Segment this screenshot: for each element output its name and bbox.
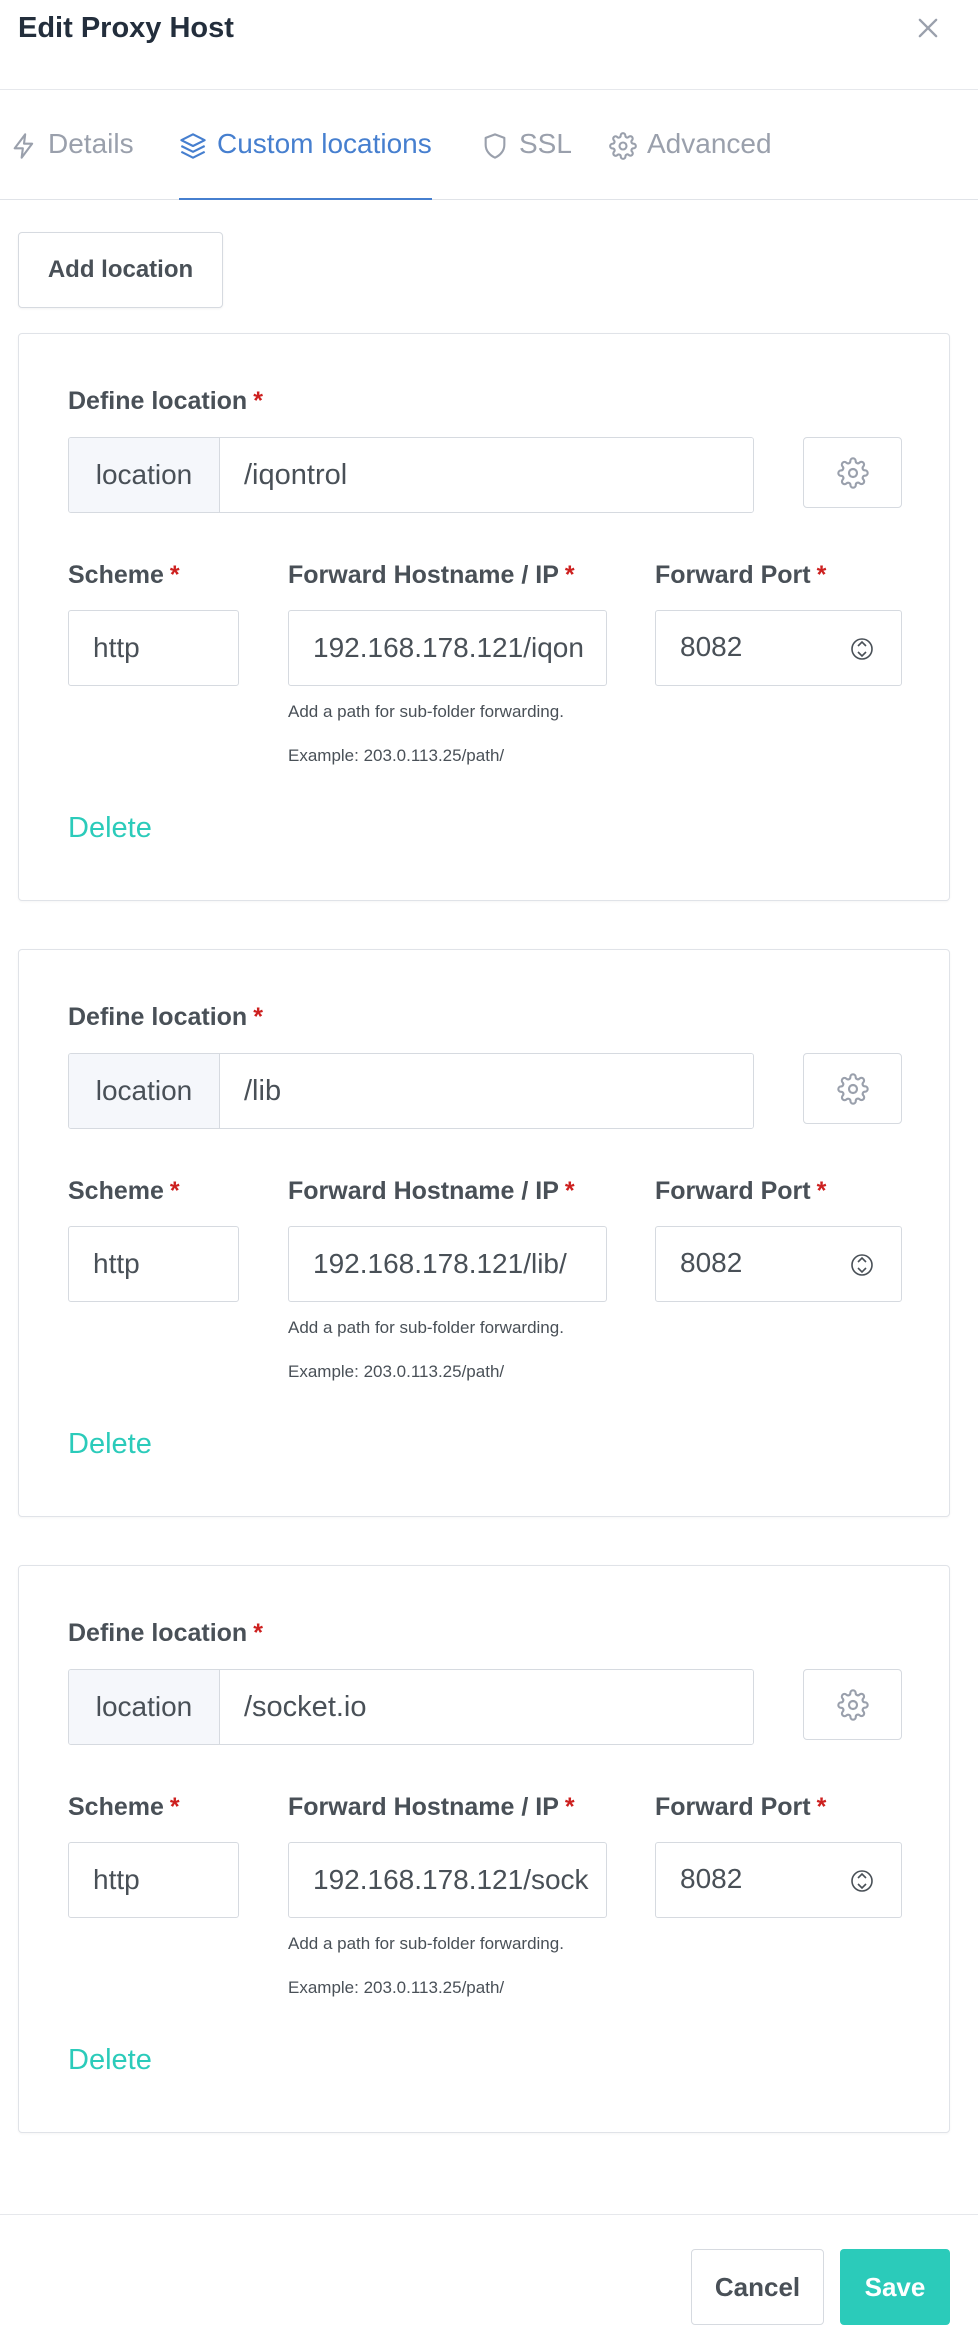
modal-footer: Cancel Save [0,2214,978,2336]
location-input-group: location [68,1053,754,1129]
scheme-label: Scheme * [68,1177,180,1205]
forward-port-label: Forward Port * [655,1793,827,1821]
add-location-button[interactable]: Add location [18,232,223,308]
location-prefix: location [69,438,220,512]
subfolder-hint: Add a path for sub-folder forwarding. [288,1318,564,1337]
tab-label: Custom locations [217,128,432,159]
tab-label: SSL [519,128,572,159]
save-button[interactable]: Save [840,2249,950,2325]
spinner-icon[interactable] [851,633,873,665]
location-prefix: location [69,1670,220,1744]
gear-icon [609,132,637,160]
forward-host-input[interactable] [288,610,607,686]
location-prefix: location [69,1054,220,1128]
subfolder-hint: Add a path for sub-folder forwarding. [288,702,564,721]
tab-label: Advanced [647,128,772,159]
forward-host-label: Forward Hostname / IP * [288,561,575,589]
location-settings-button[interactable] [803,437,902,508]
location-path-input[interactable] [220,1054,753,1128]
example-hint: Example: 203.0.113.25/path/ [288,746,505,765]
tab-label: Details [48,128,134,159]
delete-location-link[interactable]: Delete [68,2044,152,2077]
example-hint: Example: 203.0.113.25/path/ [288,1362,505,1381]
tab-bar: Details Custom locations SSL Advanced [0,90,978,200]
forward-host-label: Forward Hostname / IP * [288,1177,575,1205]
location-settings-button[interactable] [803,1053,902,1124]
delete-location-link[interactable]: Delete [68,812,152,845]
location-card: Define location* location Scheme* Forwar… [18,949,950,1517]
spinner-icon[interactable] [851,1865,873,1897]
define-location-label: Define location * [68,1003,263,1031]
location-card: Define location* location Scheme* Forwar… [18,333,950,901]
forward-host-input[interactable] [288,1226,607,1302]
tab-details[interactable]: Details [10,128,134,200]
modal-header: Edit Proxy Host [0,0,978,90]
close-icon[interactable] [914,14,942,42]
scheme-label: Scheme * [68,1793,180,1821]
forward-host-input[interactable] [288,1842,607,1918]
location-input-group: location [68,1669,754,1745]
scheme-input[interactable] [68,610,239,686]
scheme-input[interactable] [68,1842,239,1918]
scheme-label: Scheme * [68,561,180,589]
location-settings-button[interactable] [803,1669,902,1740]
forward-port-input[interactable]: 8082 [655,1842,902,1918]
port-value: 8082 [680,631,743,662]
cancel-button[interactable]: Cancel [691,2249,824,2325]
subfolder-hint: Add a path for sub-folder forwarding. [288,1934,564,1953]
tab-custom-locations[interactable]: Custom locations [179,128,432,200]
delete-location-link[interactable]: Delete [68,1428,152,1461]
tab-advanced[interactable]: Advanced [609,128,772,200]
forward-host-label: Forward Hostname / IP * [288,1793,575,1821]
example-hint: Example: 203.0.113.25/path/ [288,1978,505,1997]
forward-port-label: Forward Port * [655,1177,827,1205]
gear-icon [836,456,869,489]
spinner-icon[interactable] [851,1249,873,1281]
location-path-input[interactable] [220,438,753,512]
gear-icon [836,1072,869,1105]
define-location-label: Define location * [68,1619,263,1647]
tab-ssl[interactable]: SSL [481,128,572,200]
scheme-input[interactable] [68,1226,239,1302]
layers-icon [180,133,206,159]
shield-icon [484,133,506,159]
forward-port-input[interactable]: 8082 [655,1226,902,1302]
gear-icon [836,1688,869,1721]
location-path-input[interactable] [220,1670,753,1744]
port-value: 8082 [680,1247,743,1278]
location-card: Define location* location Scheme* Forwar… [18,1565,950,2133]
port-value: 8082 [680,1863,743,1894]
bolt-icon [13,133,34,159]
forward-port-label: Forward Port * [655,561,827,589]
modal-title: Edit Proxy Host [18,12,234,44]
define-location-label: Define location * [68,387,263,415]
location-input-group: location [68,437,754,513]
forward-port-input[interactable]: 8082 [655,610,902,686]
